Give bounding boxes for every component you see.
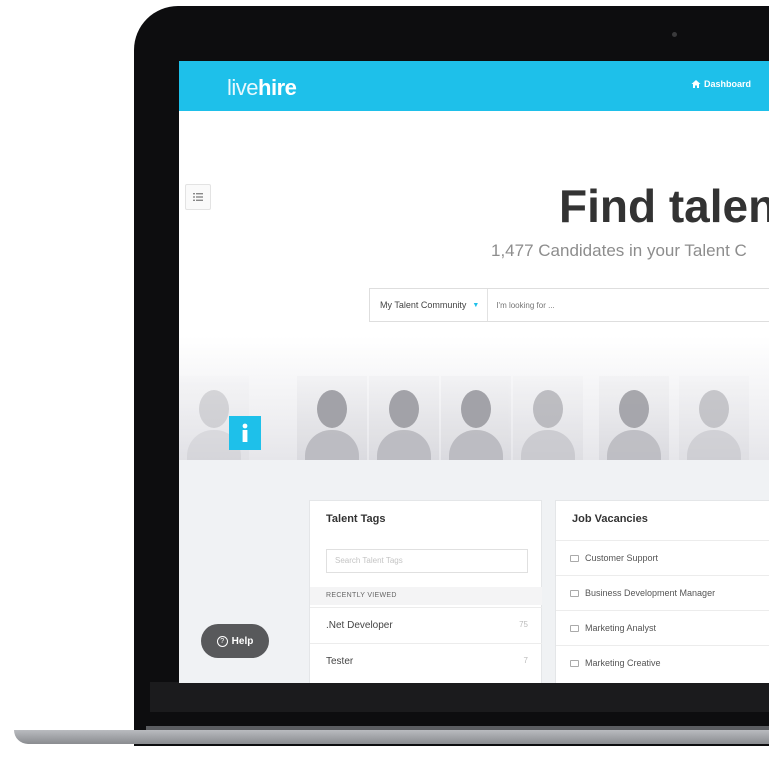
- logo-bold: hire: [258, 75, 297, 100]
- briefcase-icon: [570, 659, 579, 667]
- talent-tag-row[interactable]: .Net Developer 75: [310, 607, 542, 643]
- job-vacancy-label: Business Development Manager: [585, 588, 716, 598]
- job-vacancy-label: Marketing Analyst: [585, 623, 657, 633]
- candidate-photo: [369, 376, 439, 460]
- laptop-mockup: livehire Dashboard Find talen 1,477 Cand…: [0, 0, 769, 757]
- talent-tag-row[interactable]: Tester 7: [310, 643, 542, 679]
- help-button[interactable]: ? Help: [201, 624, 269, 658]
- talent-tags-search-input[interactable]: Search Talent Tags: [326, 549, 528, 573]
- job-vacancy-row[interactable]: Customer Support: [556, 540, 769, 575]
- job-vacancy-label: Marketing Creative: [585, 658, 661, 668]
- help-button-label: Help: [231, 635, 254, 647]
- home-icon: [691, 80, 701, 88]
- talent-tags-card: Talent Tags Search Talent Tags RECENTLY …: [309, 500, 542, 683]
- community-select-label: My Talent Community: [380, 300, 467, 310]
- page-title: Find talen: [559, 180, 769, 232]
- candidate-photo: [297, 376, 367, 460]
- camera-dot: [672, 32, 677, 37]
- nav-dashboard-link[interactable]: Dashboard: [691, 79, 751, 89]
- job-vacancies-title: Job Vacancies: [572, 513, 648, 525]
- candidate-photo: [679, 376, 749, 460]
- job-vacancies-card: Job Vacancies Customer Support Business …: [555, 500, 769, 683]
- dashboard-panels: Talent Tags Search Talent Tags RECENTLY …: [179, 460, 769, 683]
- job-vacancy-row[interactable]: Marketing Analyst: [556, 610, 769, 645]
- logo-light: live: [227, 75, 259, 100]
- talent-search-bar: My Talent Community ▼: [369, 288, 769, 322]
- briefcase-icon: [570, 589, 579, 597]
- briefcase-icon: [570, 554, 579, 562]
- recently-viewed-label: RECENTLY VIEWED: [310, 587, 542, 605]
- talent-tag-label: Tester: [326, 656, 354, 667]
- question-icon: ?: [216, 635, 228, 647]
- livehire-logo[interactable]: livehire: [227, 75, 297, 101]
- sidebar-toggle-button[interactable]: [185, 184, 211, 210]
- app-screen: livehire Dashboard Find talen 1,477 Cand…: [179, 61, 769, 683]
- candidate-photo: [441, 376, 511, 460]
- talent-search-input[interactable]: [488, 289, 769, 321]
- talent-tags-title: Talent Tags: [326, 513, 386, 525]
- talent-tag-label: .Net Developer: [326, 620, 393, 631]
- laptop-base: [14, 730, 769, 744]
- list-icon: [193, 193, 203, 201]
- info-button[interactable]: [229, 416, 261, 450]
- briefcase-icon: [570, 624, 579, 632]
- caret-down-icon: ▼: [472, 301, 480, 309]
- laptop-bezel: [150, 682, 769, 712]
- candidate-photo: [599, 376, 669, 460]
- top-nav-bar: livehire Dashboard: [179, 61, 769, 111]
- community-select[interactable]: My Talent Community ▼: [370, 289, 489, 321]
- candidate-photo: [513, 376, 583, 460]
- candidate-faces-banner: [179, 336, 769, 460]
- info-icon: [242, 423, 248, 442]
- job-vacancy-row[interactable]: Marketing Creative: [556, 645, 769, 680]
- job-vacancy-row[interactable]: Business Development Manager: [556, 575, 769, 610]
- talent-tag-count: 7: [523, 656, 528, 665]
- nav-dashboard-label: Dashboard: [704, 79, 752, 89]
- candidate-count-subtitle: 1,477 Candidates in your Talent C: [491, 241, 747, 260]
- job-vacancy-label: Customer Support: [585, 553, 659, 563]
- talent-tag-count: 75: [519, 620, 528, 629]
